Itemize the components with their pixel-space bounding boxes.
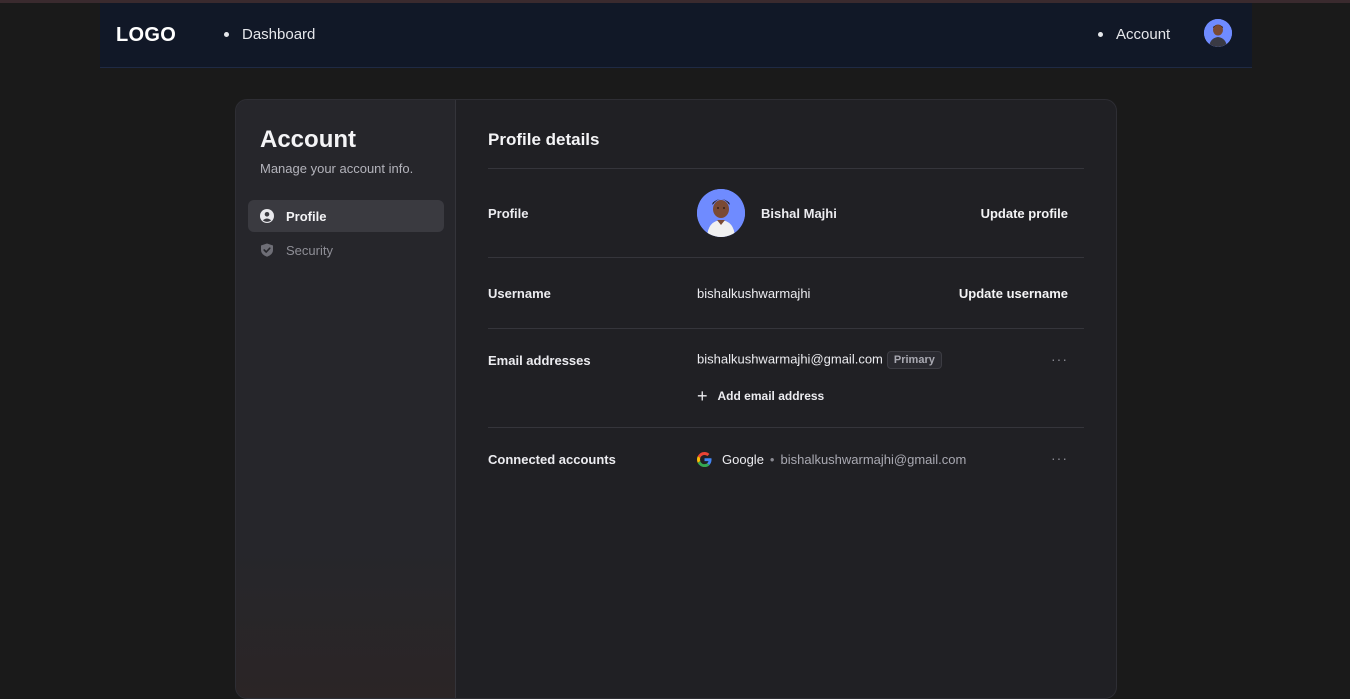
sidebar-item-profile[interactable]: Profile: [248, 200, 444, 232]
plus-icon: +: [697, 386, 708, 406]
user-circle-icon: [260, 209, 274, 223]
sidebar-title: Account: [260, 126, 356, 153]
primary-badge: Primary: [886, 351, 942, 369]
connected-accounts-label: Connected accounts: [488, 452, 616, 467]
nav-link-label: Dashboard: [242, 26, 316, 43]
avatar-photo-icon: [1204, 19, 1232, 47]
nav-link-dashboard[interactable]: Dashboard: [224, 26, 315, 43]
primary-email: bishalkushwarmajhi@gmail.com Primary: [697, 351, 942, 369]
divider: [488, 168, 1084, 169]
sidebar: Account Manage your account info. Profil…: [236, 100, 456, 698]
sidebar-item-label: Profile: [286, 208, 327, 224]
bullet-icon: [224, 32, 229, 37]
provider-name: Google: [722, 452, 764, 467]
connected-email: bishalkushwarmajhi@gmail.com: [780, 452, 967, 467]
update-username-button[interactable]: Update username: [959, 286, 1068, 301]
update-profile-button[interactable]: Update profile: [981, 206, 1068, 221]
shield-check-icon: [261, 243, 273, 257]
username-label: Username: [488, 286, 551, 301]
divider: [488, 257, 1084, 258]
page-title: Profile details: [488, 130, 600, 149]
nav-link-account[interactable]: Account: [1098, 26, 1170, 43]
profile-details-panel: Profile details Profile Bishal Majhi Upd…: [488, 100, 1084, 698]
username-value: bishalkushwarmajhi: [697, 286, 811, 301]
sidebar-subtitle: Manage your account info.: [260, 161, 414, 176]
profile-avatar: [697, 189, 745, 237]
email-addresses-label: Email addresses: [488, 353, 591, 368]
avatar-photo-icon: [697, 189, 745, 237]
connected-account-google: Google • bishalkushwarmajhi@gmail.com: [697, 452, 966, 467]
account-card: Account Manage your account info. Profil…: [235, 99, 1117, 699]
nav-link-label: Account: [1116, 26, 1171, 43]
navbar: LOGO Dashboard Account: [100, 3, 1252, 68]
separator: •: [769, 452, 775, 467]
add-email-label: Add email address: [717, 389, 825, 403]
add-email-button[interactable]: + Add email address: [697, 387, 824, 405]
sidebar-item-label: Security: [286, 242, 333, 258]
divider: [488, 328, 1084, 329]
email-value: bishalkushwarmajhi@gmail.com: [697, 351, 883, 367]
bullet-icon: [1098, 32, 1103, 37]
sidebar-item-security[interactable]: Security: [248, 234, 444, 266]
connected-more-options-icon[interactable]: ···: [1051, 450, 1068, 466]
email-more-options-icon[interactable]: ···: [1051, 351, 1068, 367]
profile-name: Bishal Majhi: [761, 206, 837, 221]
divider: [488, 427, 1084, 428]
profile-label: Profile: [488, 206, 529, 221]
user-avatar-button[interactable]: [1204, 19, 1232, 47]
google-icon: [697, 452, 712, 467]
logo[interactable]: LOGO: [116, 24, 176, 47]
